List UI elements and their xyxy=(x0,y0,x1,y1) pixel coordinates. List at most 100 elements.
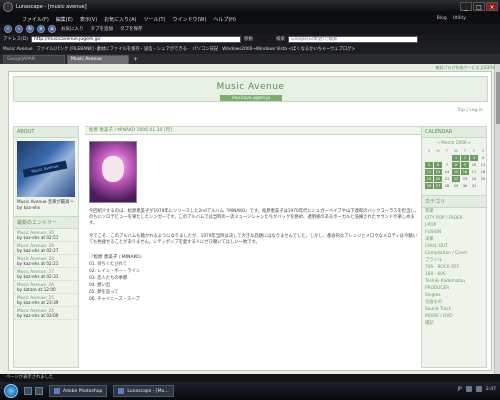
calendar-day[interactable]: 13 xyxy=(434,169,442,175)
menu-view[interactable]: 表示(V) xyxy=(80,16,97,23)
calendar-day: 31 xyxy=(471,184,477,188)
tab-music-avenue[interactable]: Music Avenue xyxy=(67,55,129,64)
calendar-day[interactable]: 16 xyxy=(461,169,469,175)
stop-icon[interactable]: × xyxy=(37,25,45,33)
category-link[interactable]: 雑記 xyxy=(422,320,486,327)
link-item[interactable]: ファイル/パンク [FILEBANK] -素材にファイルを保存・送信・シェアがで… xyxy=(37,46,189,52)
calendar-day[interactable]: 19 xyxy=(425,176,433,182)
calendar-grid: S M T W T F S 1 2 3 4 5 6 7 8 9 10 11 12 13 14 15 16 17 18 19 20 21… xyxy=(425,148,485,189)
go-button[interactable]: 移動 xyxy=(244,36,253,42)
recent-entry[interactable]: Music Avenue: 24 by kaz-ehs at 03:00 xyxy=(14,307,78,320)
home-icon[interactable]: ⌂ xyxy=(48,25,56,33)
recent-entry[interactable]: Music Avenue: 29 by kaz-ehs at 02:27 xyxy=(14,242,78,255)
new-tab-icon[interactable]: + xyxy=(133,56,138,64)
calendar-day[interactable]: 26 xyxy=(425,183,433,189)
category-link[interactable]: FUSION xyxy=(422,229,486,236)
add-tab-button[interactable]: タブを追加 xyxy=(89,26,116,32)
calendar-day[interactable]: 22 xyxy=(452,176,460,182)
category-link[interactable]: 企画もの xyxy=(422,299,486,306)
network-icon[interactable] xyxy=(475,386,482,392)
search-input[interactable]: Google(日本語)で検索 xyxy=(287,35,418,43)
close-button[interactable]: × xyxy=(486,2,498,11)
category-link[interactable]: J-POP xyxy=(422,222,486,229)
link-item[interactable]: パソコン日記 xyxy=(192,46,218,52)
calendar-day[interactable]: 8 xyxy=(452,162,460,168)
task-photoshop[interactable]: Adobe Photoshop xyxy=(49,385,108,397)
task-lunascape[interactable]: Lunascape - [Mu... xyxy=(113,385,174,397)
navigation-toolbar: ‹ › ↻ × ⌂ お気に入り タブを追加 タブを保存 xyxy=(0,24,500,34)
favorites-button[interactable]: お気に入り xyxy=(59,26,86,32)
back-icon[interactable]: ‹ xyxy=(4,25,12,33)
calendar-heading: CALENDAR xyxy=(422,127,486,138)
right-sidebar: CALENDAR « March 2006 » SMTWTFS123456789… xyxy=(421,126,487,368)
recent-entry[interactable]: Music Avenue: 30 by kaz-ehs at 02:51 xyxy=(14,229,78,242)
calendar-day[interactable]: 12 xyxy=(425,169,433,175)
utility-button[interactable]: Utility xyxy=(453,16,466,21)
recent-entry[interactable]: Music Avenue: 26 by kotaro at 12:00 xyxy=(14,281,78,294)
maximize-button[interactable]: □ xyxy=(473,2,485,11)
calendar-day[interactable]: 5 xyxy=(425,162,433,168)
category-link[interactable]: Sound Track xyxy=(422,306,486,313)
recent-entry[interactable]: Music Avenue: 28 by kaz-ehs at 02:21 xyxy=(14,255,78,268)
show-desktop-icon[interactable] xyxy=(24,387,32,395)
blog-button[interactable]: Blog xyxy=(437,16,447,21)
category-link[interactable]: MOVIE / DVD xyxy=(422,313,486,320)
forward-icon[interactable]: › xyxy=(15,25,23,33)
browser-icon[interactable] xyxy=(35,387,43,395)
calendar-day[interactable]: 2 xyxy=(461,155,469,161)
category-link[interactable]: 邦楽 xyxy=(422,208,486,215)
category-link[interactable]: CHILL OUT xyxy=(422,243,486,250)
menu-tools[interactable]: ツール(T) xyxy=(144,16,166,23)
calendar-day[interactable]: 9 xyxy=(461,162,469,168)
category-link[interactable]: ブラジル xyxy=(422,257,486,264)
calendar-month[interactable]: « March 2006 » xyxy=(422,141,486,146)
window-controls: _ □ × xyxy=(460,2,498,11)
category-link[interactable]: 洋楽 xyxy=(422,236,486,243)
category-link[interactable]: Compilation / Cover xyxy=(422,250,486,257)
menu-edit[interactable]: 編集(E) xyxy=(56,16,73,23)
status-bar: ページが表示されました xyxy=(0,374,500,382)
category-link[interactable]: 180 - 60S xyxy=(422,271,486,278)
address-label: アドレス(D) xyxy=(3,37,28,42)
link-item[interactable]: Music Avenue xyxy=(3,47,33,52)
language-indicator[interactable]: JP xyxy=(458,387,462,392)
category-link[interactable]: Toshiki Kadomatsu xyxy=(422,278,486,285)
entry-header[interactable]: 松原 恵美子 / MINAKO 2006.01.30 [月] xyxy=(85,126,425,135)
menu-window[interactable]: ウインドウ(W) xyxy=(172,16,206,23)
calendar-day[interactable]: 6 xyxy=(434,162,442,168)
top-login-links[interactable]: Top | Log-in xyxy=(457,108,483,113)
calendar-day[interactable]: 20 xyxy=(434,176,442,182)
calendar-day[interactable]: 15 xyxy=(452,169,460,175)
site-url[interactable]: musicave.jugem.jp xyxy=(220,95,282,101)
link-item[interactable]: Windows2000→Windows Vista <ぼくなるかいちゃ~ウェブロ… xyxy=(222,46,355,52)
recent-entry[interactable]: Music Avenue: 25 by kaz-ehs at 23:39 xyxy=(14,294,78,307)
track-item: 03. 恋人たちの季節 xyxy=(89,276,128,282)
menu-file[interactable]: ファイル(F) xyxy=(22,16,49,23)
menu-favorites[interactable]: お気に入り(A) xyxy=(104,16,136,23)
menu-help[interactable]: ヘルプ(H) xyxy=(213,16,236,23)
clock[interactable]: 2:47 xyxy=(486,387,496,392)
refresh-icon[interactable]: ↻ xyxy=(26,25,34,33)
about-image: Music Avenue xyxy=(17,141,75,197)
calendar-day[interactable]: 3 xyxy=(470,155,478,161)
start-button[interactable] xyxy=(4,384,18,398)
tab-google[interactable]: Googl/JAPAN xyxy=(3,55,65,64)
calendar-weekday: T xyxy=(445,149,449,153)
recent-entry[interactable]: Music Avenue: 27 by kaz-ehs at 02:31 xyxy=(14,268,78,281)
category-link[interactable]: Singles xyxy=(422,292,486,299)
calendar-day[interactable]: 27 xyxy=(434,183,442,189)
site-title[interactable]: Music Avenue xyxy=(14,82,487,92)
minimize-button[interactable]: _ xyxy=(460,2,472,11)
entry-paragraph: 今でこそ、このアルバムも聴かれるようになりましたが、1979年当時は決して大きな… xyxy=(89,233,417,245)
scrollbar-thumb[interactable] xyxy=(496,72,500,124)
category-link[interactable]: 70S - ROCK OFF xyxy=(422,264,486,271)
category-link[interactable]: PRODUCER xyxy=(422,285,486,292)
save-tab-button[interactable]: タブを保存 xyxy=(118,26,145,32)
vertical-scrollbar[interactable] xyxy=(494,64,500,374)
calendar-day[interactable]: 1 xyxy=(452,155,460,161)
volume-icon[interactable] xyxy=(465,386,472,392)
quick-launch xyxy=(24,387,43,395)
address-input[interactable]: http://musicavenue.jugem.jp/ xyxy=(30,35,241,43)
task-label: Lunascape - [Mu... xyxy=(127,388,169,394)
category-link[interactable]: CITY POP / FADER xyxy=(422,215,486,222)
